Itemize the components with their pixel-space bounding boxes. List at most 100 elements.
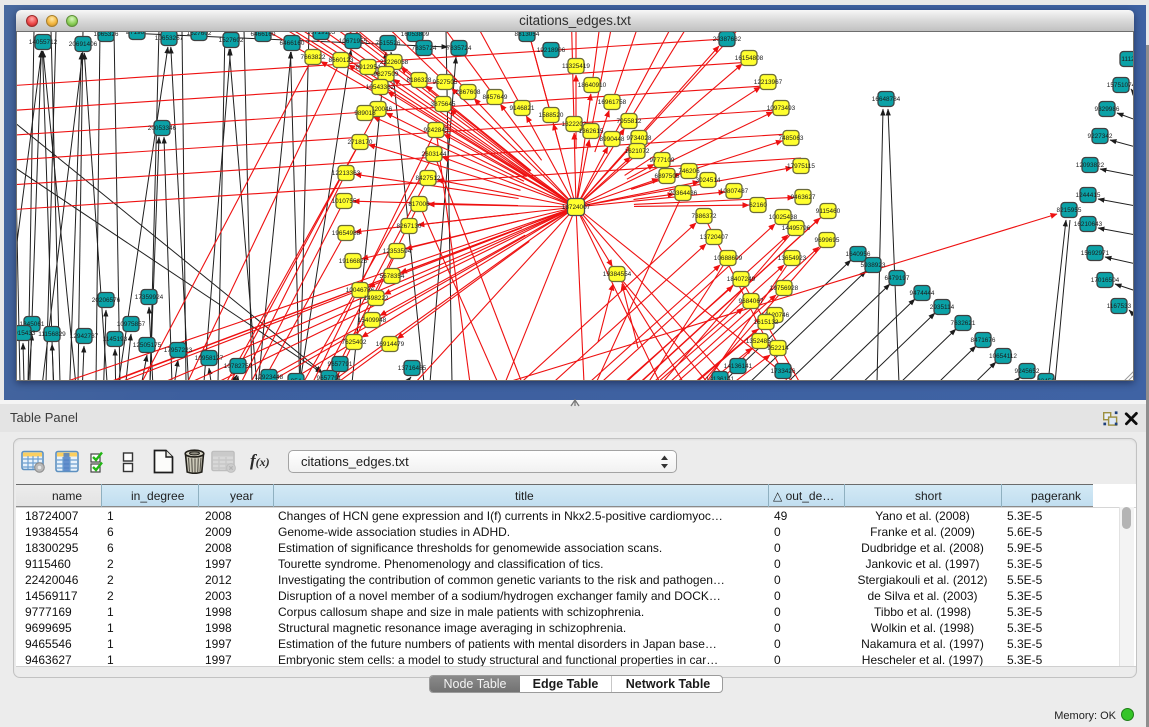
svg-text:8990448: 8990448 [600, 136, 625, 143]
svg-text:16210643: 16210643 [1074, 221, 1103, 228]
svg-text:16961758: 16961758 [598, 99, 627, 106]
svg-text:7196: 7196 [130, 32, 145, 36]
svg-text:20206576: 20206576 [92, 297, 121, 304]
svg-text:8912954: 8912954 [356, 64, 381, 71]
svg-text:12923448: 12923448 [255, 374, 284, 381]
svg-text:952214: 952214 [767, 345, 789, 352]
svg-text:1145193: 1145193 [103, 336, 128, 343]
svg-text:12213363: 12213363 [332, 170, 361, 177]
svg-text:9527505: 9527505 [433, 79, 458, 86]
svg-text:14495796: 14495796 [782, 225, 811, 232]
svg-text:989018: 989018 [354, 110, 376, 117]
svg-text:13716485: 13716485 [398, 365, 427, 372]
svg-text:10807487: 10807487 [720, 188, 749, 195]
svg-text:8186328: 8186328 [407, 77, 432, 84]
svg-text:7835724: 7835724 [447, 45, 472, 52]
svg-text:11156829: 11156829 [38, 331, 66, 338]
svg-text:2867608: 2867608 [456, 89, 481, 96]
svg-text:9463627: 9463627 [791, 194, 816, 201]
svg-text:1615132: 1615132 [754, 319, 779, 326]
svg-text:7485063: 7485063 [779, 135, 804, 142]
svg-text:16154808: 16154808 [735, 55, 764, 62]
svg-text:7955812: 7955812 [617, 118, 642, 125]
svg-text:17957223: 17957223 [164, 347, 193, 354]
svg-text:3875645: 3875645 [431, 101, 456, 108]
svg-text:9242845: 9242845 [424, 127, 449, 134]
svg-text:817006: 817006 [408, 201, 430, 208]
svg-text:20053346: 20053346 [148, 125, 177, 132]
svg-text:2718170: 2718170 [348, 139, 373, 146]
svg-text:8267130: 8267130 [397, 223, 422, 230]
svg-text:62160: 62160 [749, 202, 767, 209]
svg-text:10975857: 10975857 [117, 321, 146, 328]
svg-text:9115460: 9115460 [816, 208, 841, 215]
svg-text:8427512: 8427512 [416, 175, 441, 182]
svg-text:9827509: 9827509 [374, 71, 399, 78]
svg-text:8813054: 8813054 [515, 32, 540, 38]
svg-text:10688609: 10688609 [714, 255, 743, 262]
svg-text:23226058: 23226058 [380, 59, 409, 66]
svg-text:7835724: 7835724 [412, 45, 437, 52]
svg-text:16053809: 16053809 [401, 32, 430, 38]
svg-text:18640910: 18640910 [578, 82, 607, 89]
svg-text:1621072: 1621072 [625, 148, 650, 155]
svg-text:1065326: 1065326 [94, 32, 119, 38]
svg-text:1527602: 1527602 [219, 37, 244, 44]
svg-text:3024514: 3024514 [696, 177, 721, 184]
svg-text:16914479: 16914479 [376, 341, 405, 348]
svg-text:9245652: 9245652 [1015, 368, 1040, 375]
svg-text:20691406: 20691406 [69, 41, 98, 48]
svg-text:1244415: 1244415 [1076, 192, 1101, 199]
svg-text:1733426: 1733426 [771, 368, 796, 375]
svg-text:12353594: 12353594 [383, 248, 412, 255]
svg-text:7632621: 7632621 [951, 320, 976, 327]
svg-text:14136141: 14136141 [724, 363, 753, 370]
svg-text:2603144: 2603144 [422, 151, 447, 158]
svg-text:8660123: 8660123 [329, 57, 354, 64]
svg-text:15751074: 15751074 [1107, 82, 1134, 89]
svg-text:2935114: 2935114 [930, 304, 955, 311]
svg-text:19384554: 19384554 [603, 271, 632, 278]
svg-text:7663822: 7663822 [301, 54, 326, 61]
svg-text:8471676: 8471676 [971, 337, 996, 344]
svg-text:10782759: 10782759 [224, 363, 253, 370]
svg-text:6479197: 6479197 [885, 275, 910, 282]
svg-text:10654112: 10654112 [989, 353, 1017, 360]
svg-text:9657791: 9657791 [328, 361, 353, 368]
svg-text:18724007: 18724007 [562, 204, 591, 211]
svg-text:16648784: 16648784 [872, 96, 901, 103]
svg-text:19756928: 19756928 [770, 285, 799, 292]
svg-text:10973493: 10973493 [767, 105, 796, 112]
svg-text:7386372: 7386372 [692, 213, 717, 220]
svg-text:1498222: 1498222 [364, 295, 389, 302]
svg-text:9146821: 9146821 [510, 105, 535, 112]
svg-text:12213967: 12213967 [754, 79, 783, 86]
svg-text:1112: 1112 [1121, 56, 1134, 63]
svg-text:10653267: 10653267 [155, 35, 184, 42]
svg-text:10958127: 10958127 [195, 355, 224, 362]
svg-text:1167533: 1167533 [1107, 303, 1132, 310]
svg-text:12942737: 12942737 [70, 333, 99, 340]
svg-text:9699695: 9699695 [815, 237, 840, 244]
svg-text:1362615: 1362615 [579, 128, 604, 135]
svg-text:9684067: 9684067 [739, 298, 764, 305]
svg-text:1588520: 1588520 [539, 112, 564, 119]
svg-text:8215955: 8215955 [1057, 207, 1082, 214]
svg-text:3915433: 3915433 [16, 330, 36, 337]
svg-text:9329986: 9329986 [1095, 106, 1120, 113]
svg-text:20364436: 20364436 [669, 190, 698, 197]
svg-text:1527602: 1527602 [187, 32, 212, 37]
svg-text:6466160: 6466160 [280, 40, 305, 47]
svg-text:20387682: 20387682 [713, 36, 742, 43]
svg-text:9777109: 9777109 [650, 157, 675, 164]
svg-text:10719155: 10719155 [307, 32, 336, 36]
svg-text:12505175: 12505175 [133, 342, 162, 349]
svg-text:12093822: 12093822 [1076, 162, 1105, 169]
svg-text:10671955: 10671955 [339, 38, 368, 45]
svg-text:19218906: 19218906 [537, 47, 566, 54]
svg-text:15409948: 15409948 [358, 317, 387, 324]
svg-text:6466160: 6466160 [251, 32, 276, 38]
svg-text:19166825: 19166825 [339, 258, 368, 265]
svg-text:9734028: 9734028 [627, 135, 652, 142]
svg-text:1010755: 1010755 [332, 198, 357, 205]
